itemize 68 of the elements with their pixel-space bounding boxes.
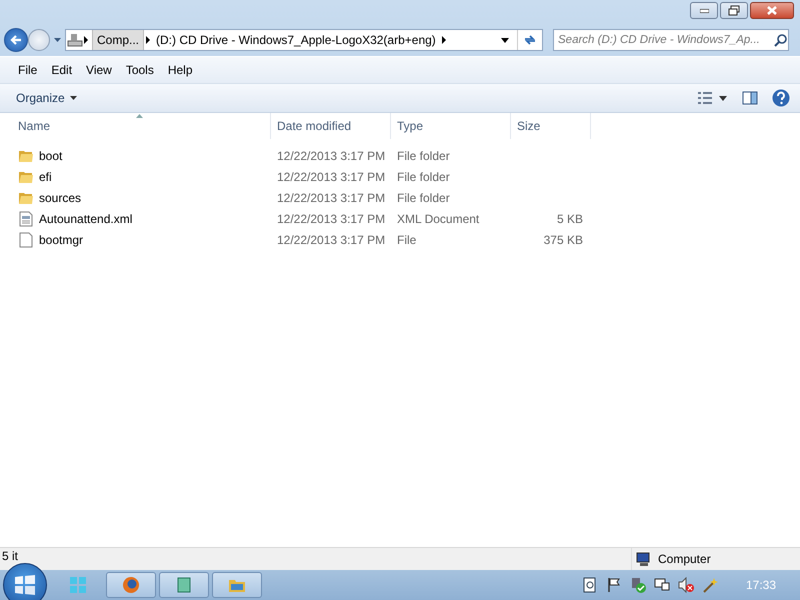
xml-file-icon xyxy=(18,210,34,226)
chevron-icon xyxy=(144,36,152,44)
organize-button[interactable]: Organize xyxy=(10,89,83,107)
breadcrumb[interactable]: Comp... xyxy=(92,30,144,50)
address-bar[interactable]: Comp... (D:) CD Drive - Windows7_Apple-LogoX32(arb+eng) xyxy=(65,29,543,51)
close-button[interactable] xyxy=(750,2,794,19)
help-icon xyxy=(772,89,790,107)
back-arrow-icon xyxy=(9,33,23,47)
menu-item[interactable]: Help xyxy=(162,61,199,79)
caret-icon xyxy=(70,96,77,100)
menu-item[interactable]: View xyxy=(80,61,118,79)
back-button[interactable] xyxy=(4,28,28,52)
maximize-button[interactable] xyxy=(720,2,748,19)
preview-pane-icon xyxy=(742,91,758,105)
file-name[interactable]: boot xyxy=(39,148,62,162)
date-cell: 12/22/2013 3:17 PM xyxy=(277,212,386,226)
date-cell: 12/22/2013 3:17 PM xyxy=(277,190,386,204)
tiles-icon[interactable] xyxy=(70,577,86,593)
dropdown-icon xyxy=(501,38,509,42)
flag-icon[interactable] xyxy=(606,577,622,593)
taskbar-button[interactable] xyxy=(106,572,156,598)
shield-check-icon[interactable] xyxy=(630,577,646,593)
file-name[interactable]: sources xyxy=(39,190,82,204)
size-cell: 5 KB xyxy=(556,212,583,226)
search-field[interactable]: Search (D:) CD Drive - Windows7_Ap... xyxy=(553,29,789,51)
windows-logo-icon xyxy=(13,573,37,597)
wand-icon[interactable] xyxy=(702,577,718,593)
location-label: Computer xyxy=(658,552,711,566)
minimize-button[interactable] xyxy=(690,2,718,19)
speaker-muted-icon[interactable] xyxy=(678,577,694,593)
column-header[interactable]: Date modified xyxy=(271,113,391,139)
clipboard-icon[interactable] xyxy=(582,577,598,593)
breadcrumb[interactable]: (D:) CD Drive - Windows7_Apple-LogoX32(arb+eng) xyxy=(152,30,440,50)
menu-item[interactable]: Edit xyxy=(45,61,78,79)
view-list-icon xyxy=(698,91,728,105)
taskbar-button[interactable] xyxy=(212,572,262,598)
search-icon xyxy=(774,33,788,47)
type-cell: File folder xyxy=(397,190,450,204)
date-cell: 12/22/2013 3:17 PM xyxy=(277,148,386,162)
network-icon[interactable] xyxy=(654,577,670,593)
file-name[interactable]: efi xyxy=(39,170,52,184)
caret-icon xyxy=(54,38,61,42)
menu-item[interactable]: Tools xyxy=(120,61,160,79)
column-header[interactable]: Size xyxy=(511,113,591,139)
taskbar-button[interactable] xyxy=(159,572,209,598)
type-cell: File xyxy=(397,232,416,246)
type-cell: File folder xyxy=(397,148,450,162)
file-name[interactable]: bootmgr xyxy=(39,232,84,246)
browser-icon xyxy=(122,576,140,594)
file-name[interactable]: Autounattend.xml xyxy=(39,212,132,226)
date-cell: 12/22/2013 3:17 PM xyxy=(277,232,386,246)
minimize-icon xyxy=(700,8,708,12)
close-icon xyxy=(766,5,778,16)
file-icon xyxy=(18,232,34,248)
start-button[interactable] xyxy=(3,563,47,600)
drive-icon xyxy=(66,32,84,48)
item-count: 5 it xyxy=(2,549,18,563)
type-cell: XML Document xyxy=(397,212,480,226)
maximize-icon xyxy=(728,5,740,16)
sort-arrow-icon xyxy=(136,114,143,118)
chevron-icon xyxy=(440,36,448,44)
computer-icon xyxy=(636,552,652,566)
size-cell: 375 KB xyxy=(544,232,583,246)
document-icon xyxy=(175,576,193,594)
column-header[interactable]: Type xyxy=(391,113,511,139)
menu-item[interactable]: File xyxy=(12,61,44,79)
date-cell: 12/22/2013 3:17 PM xyxy=(277,170,386,184)
type-cell: File folder xyxy=(397,170,450,184)
